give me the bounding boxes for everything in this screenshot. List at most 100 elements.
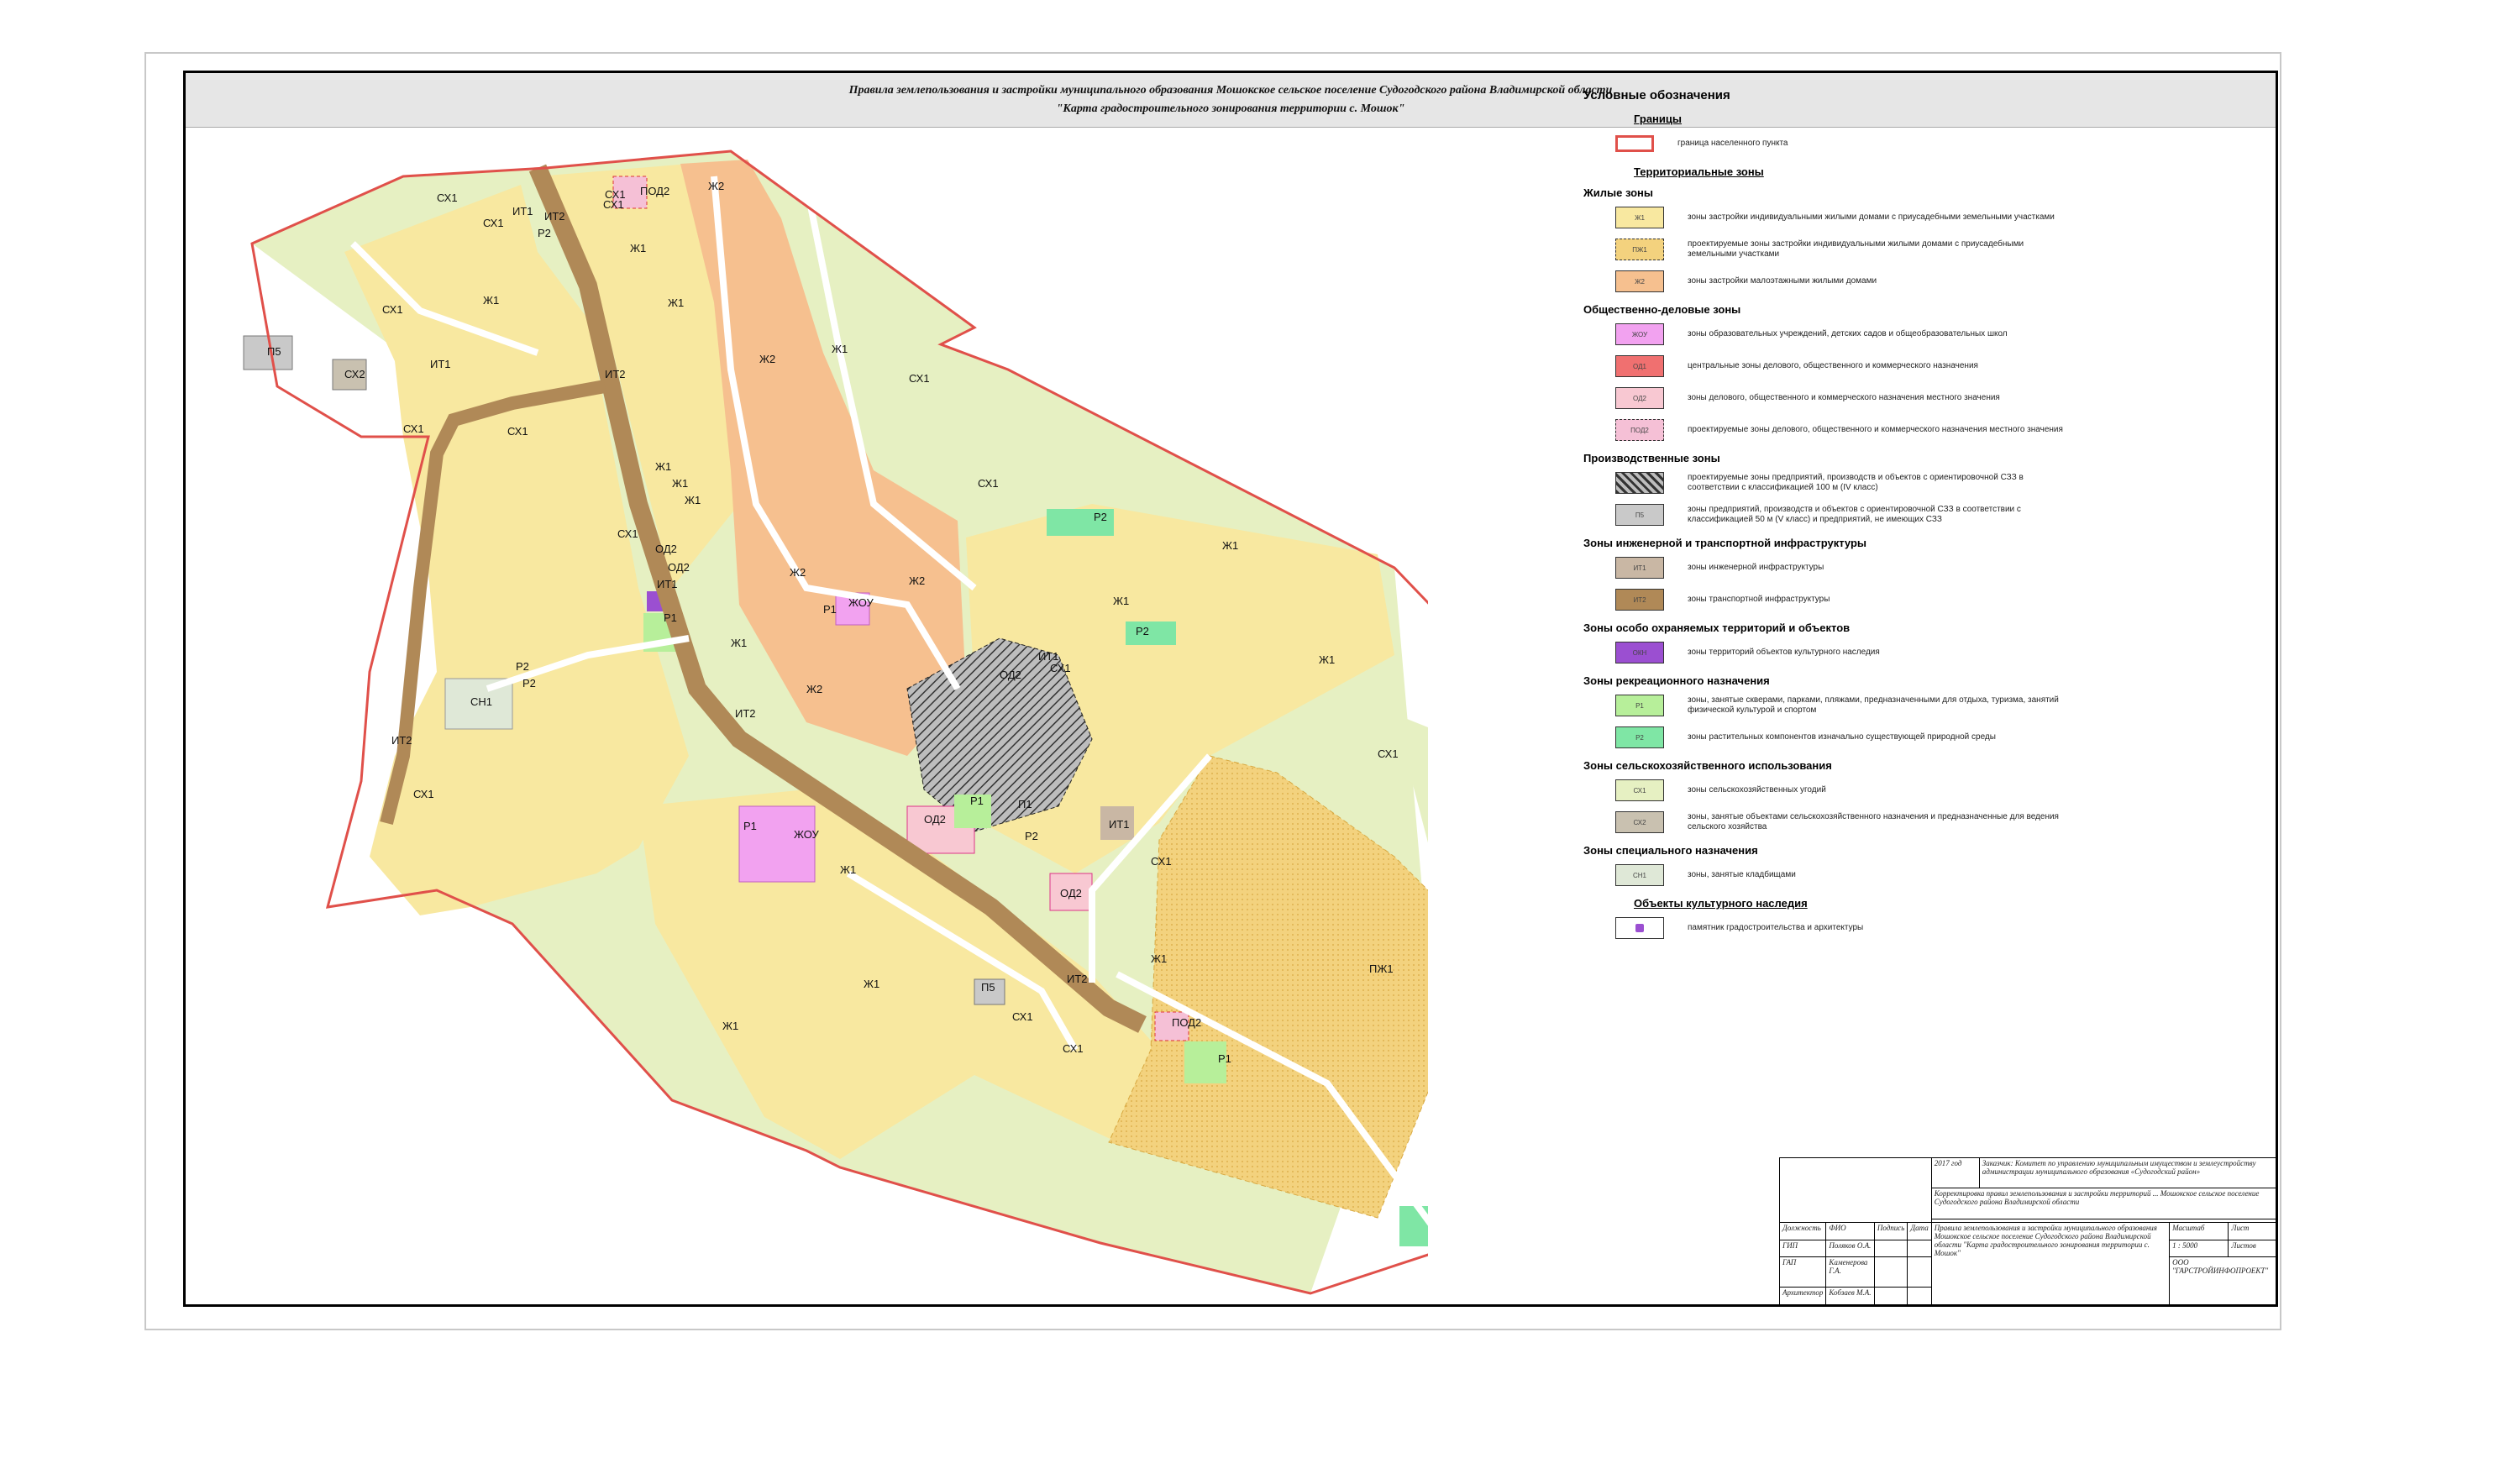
zone-label-p2: Р2 xyxy=(1094,511,1107,523)
legend-section-title: Производственные зоны xyxy=(1583,452,1720,464)
legend-swatch: ОД2 xyxy=(1615,387,1664,409)
zone-label-od2: ОД2 xyxy=(1060,887,1082,899)
legend-swatch: Р1 xyxy=(1615,695,1664,716)
legend-section-title: Зоны специального назначения xyxy=(1583,844,1758,857)
zone-label-p2: Р2 xyxy=(1136,625,1149,637)
legend-item-text: зоны предприятий, производств и объектов… xyxy=(1688,505,2021,524)
stamp-sheets-label: Листов xyxy=(2228,1239,2276,1258)
stamp-col-name: ФИО xyxy=(1825,1222,1875,1240)
zone-label-sx1: СХ1 xyxy=(382,303,403,316)
zone-label-p1: Р1 xyxy=(664,611,677,624)
legend-section-title: Зоны инженерной и транспортной инфрастру… xyxy=(1583,537,1867,549)
zone-label-zh1: Ж1 xyxy=(840,863,856,876)
stamp-col-position: Должность xyxy=(1778,1222,1827,1240)
legend-swatch: ИТ1 xyxy=(1615,557,1664,579)
zone-label-p1: Р1 xyxy=(823,603,837,616)
legend: Условные обозначения Границы граница насе… xyxy=(1583,88,2255,947)
zone-label-pod2: ПОД2 xyxy=(640,185,669,197)
legend-item: ОД1 центральные зоны делового, общественн… xyxy=(1583,353,2255,380)
legend-section-title: Жилые зоны xyxy=(1583,186,1653,199)
zone-label-zh2: Ж2 xyxy=(759,353,775,365)
stamp-sheet-label: Лист xyxy=(2228,1222,2276,1240)
legend-item-text: центральные зоны делового, общественного… xyxy=(1688,361,1978,370)
legend-item-text: зоны, занятые скверами, парками, пляжами… xyxy=(1688,695,2059,715)
legend-swatch: П5 xyxy=(1615,504,1664,526)
stamp-col-date: Дата xyxy=(1907,1222,1932,1240)
zone-label-sx1: СХ1 xyxy=(483,217,504,229)
legend-swatch: ПОД2 xyxy=(1615,419,1664,441)
zone-label-zh1: Ж1 xyxy=(864,978,879,990)
stamp-project: Корректировка правил землепользования и … xyxy=(1930,1188,2277,1219)
zone-label-zh2: Ж2 xyxy=(790,566,806,579)
title-block: 2017 год Заказчик: Комитет по управлению… xyxy=(1778,1156,2277,1305)
zone-label-zh1: Ж1 xyxy=(685,494,701,506)
legend-title: Условные обозначения xyxy=(1583,88,1730,102)
stamp-title: Правила землепользования и застройки мун… xyxy=(1930,1222,2171,1305)
zone-label-od2: ОД2 xyxy=(668,561,690,574)
zone-label-zh1: Ж1 xyxy=(630,242,646,254)
legend-item-text: зоны инженерной инфраструктуры xyxy=(1688,563,1824,572)
zone-label-sx1: СХ1 xyxy=(1151,855,1172,868)
zone-label-p2: Р2 xyxy=(516,660,529,673)
legend-section-title: Зоны рекреационного назначения xyxy=(1583,674,1770,687)
zone-p2-3 xyxy=(1126,621,1176,645)
legend-item: граница населенного пункта xyxy=(1583,130,2255,157)
zone-label-p5: П1 xyxy=(1018,798,1032,810)
zone-label-sx1: СХ1 xyxy=(978,477,999,490)
legend-item-text: зоны застройки индивидуальными жилыми до… xyxy=(1688,212,2055,222)
zone-label-sx1: СХ1 xyxy=(617,527,638,540)
legend-body: Границы граница населенного пункта Террито… xyxy=(1583,113,2255,941)
zone-label-zh1: Ж1 xyxy=(1113,595,1129,607)
zone-label-pod2: ПОД2 xyxy=(1172,1016,1201,1029)
zone-label-sn1: СН1 xyxy=(470,695,492,708)
legend-item: П5 зоны предприятий, производств и объект… xyxy=(1583,501,2255,528)
legend-item: проектируемые зоны предприятий, производ… xyxy=(1583,469,2255,496)
zone-label-it1: ИТ1 xyxy=(512,205,533,218)
stamp-scale: 1 : 5000 xyxy=(2169,1239,2229,1258)
legend-item-text: зоны транспортной инфраструктуры xyxy=(1688,595,1830,604)
zone-label-zh1: Ж1 xyxy=(1319,653,1335,666)
legend-swatch: Р2 xyxy=(1615,726,1664,748)
zone-label-sx1: СХ1 xyxy=(507,425,528,438)
legend-item: СХ1 зоны сельскохозяйственных угодий xyxy=(1583,777,2255,804)
zone-label-p1: Р1 xyxy=(1218,1052,1231,1065)
zone-label-sx1: СХ1 xyxy=(1012,1010,1033,1023)
zone-label-zh2: Ж2 xyxy=(806,683,822,695)
zone-label-p5: П5 xyxy=(981,981,995,994)
legend-item-text: граница населенного пункта xyxy=(1677,139,1788,148)
zone-label-sx1: СХ1 xyxy=(437,191,458,204)
stamp-name-1: Каменерова Г.А. xyxy=(1825,1256,1875,1288)
zone-label-pzh1: ПЖ1 xyxy=(1369,962,1394,975)
stamp-name-2: Кобзаев М.А. xyxy=(1825,1287,1875,1305)
legend-swatch: ПЖ1 xyxy=(1615,239,1664,260)
legend-swatch: Ж1 xyxy=(1615,207,1664,228)
legend-section-title: Объекты культурного наследия xyxy=(1634,897,1808,910)
legend-item-text: памятник градостроительства и архитектур… xyxy=(1688,923,1864,932)
zone-label-it2: ИТ2 xyxy=(391,734,412,747)
stamp-role-2: Архитектор xyxy=(1778,1287,1827,1305)
legend-item: ОКН зоны территорий объектов культурного … xyxy=(1583,639,2255,666)
legend-section-title: Зоны сельскохозяйственного использования xyxy=(1583,759,1832,772)
zone-label-od2: ОД2 xyxy=(924,813,946,826)
legend-item-text: проектируемые зоны предприятий, производ… xyxy=(1688,473,2024,492)
zone-label-p1: Р1 xyxy=(970,795,984,807)
zone-label-it1: ИТ1 xyxy=(1109,818,1130,831)
legend-item: ПЖ1 проектируемые зоны застройки индивиду… xyxy=(1583,236,2255,263)
zone-label-zh2: Ж2 xyxy=(708,180,724,192)
legend-section-title: Общественно-деловые зоны xyxy=(1583,303,1741,316)
legend-swatch xyxy=(1615,472,1664,494)
legend-item: Ж2 зоны застройки малоэтажными жилыми дом… xyxy=(1583,268,2255,295)
legend-item-text: проектируемые зоны делового, общественно… xyxy=(1688,425,2063,434)
zoning-map[interactable]: СХ1СХ1ИТ1 ИТ2Ж2СХ1 ПОД2СХ1Р2Ж1Ж1СХ1П5СХ2ИТ… xyxy=(0,0,1428,1310)
zone-label-zh1: Ж1 xyxy=(672,477,688,490)
zone-label-sx1: СХ1 xyxy=(403,422,424,435)
zone-label-it1: ИТ1 xyxy=(1038,650,1059,663)
legend-item: Р1 зоны, занятые скверами, парками, пляжа… xyxy=(1583,692,2255,719)
zone-label-sx1: СХ1 xyxy=(909,372,930,385)
stamp-customer: Заказчик: Комитет по управлению муниципа… xyxy=(1978,1156,2277,1189)
legend-item-text: зоны территорий объектов культурного нас… xyxy=(1688,648,1880,657)
legend-swatch xyxy=(1615,917,1664,939)
stamp-year: 2017 год xyxy=(1930,1156,1980,1189)
zone-label-p5: П5 xyxy=(267,345,281,358)
legend-item: памятник градостроительства и архитектур… xyxy=(1583,915,2255,941)
